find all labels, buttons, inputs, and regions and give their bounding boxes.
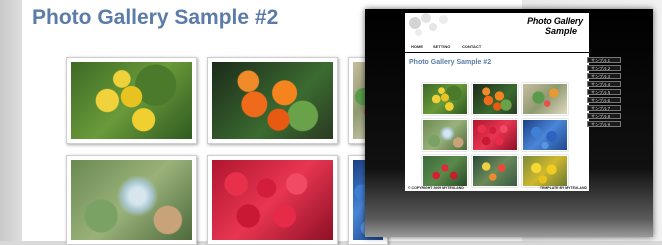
preview-sidebar-label: サンプル６ bbox=[591, 98, 611, 103]
preview-thumbnail[interactable] bbox=[422, 83, 468, 115]
flower-photo bbox=[71, 62, 192, 139]
flower-photo bbox=[212, 160, 333, 240]
preview-sidebar-label: サンプル４ bbox=[591, 82, 611, 87]
preview-sidebar-item[interactable]: サンプル６ bbox=[587, 97, 621, 103]
preview-sidebar-label: サンプル３ bbox=[591, 74, 611, 79]
flower-photo bbox=[212, 62, 333, 139]
preview-sidebar-label: サンプル５ bbox=[591, 90, 611, 95]
preview-sidebar-label: サンプル８ bbox=[591, 114, 611, 119]
preview-sidebar-label: サンプル２ bbox=[591, 66, 611, 71]
preview-footer-copyright: © COPYRIGHT 2009 MYTEXLAND bbox=[408, 186, 464, 190]
gallery-thumbnail-red-roses[interactable] bbox=[207, 155, 338, 245]
preview-thumbnail[interactable] bbox=[472, 83, 518, 115]
preview-thumbnail[interactable] bbox=[522, 119, 568, 151]
gallery-thumbnail-yellow[interactable] bbox=[66, 57, 197, 144]
preview-page: Photo Gallery Sample HOME SETTING CONTAC… bbox=[405, 13, 589, 191]
preview-sidebar-item[interactable]: サンプル３ bbox=[587, 73, 621, 79]
decorative-dot bbox=[409, 17, 421, 29]
preview-sidebar-item[interactable]: サンプル７ bbox=[587, 105, 621, 111]
gallery-thumbnail-orange[interactable] bbox=[207, 57, 338, 144]
preview-sidebar-label: サンプル９ bbox=[591, 122, 611, 127]
decorative-dot bbox=[421, 13, 431, 23]
preview-nav: HOME SETTING CONTACT bbox=[405, 43, 589, 53]
preview-title: Photo Gallery Sample #2 bbox=[409, 59, 492, 66]
decorative-dot bbox=[439, 15, 448, 24]
preview-sidebar-item[interactable]: サンプル５ bbox=[587, 89, 621, 95]
preview-footer-template: TEMPLATE BY MYTEXLAND bbox=[539, 186, 587, 190]
preview-header: Photo Gallery Sample bbox=[405, 13, 589, 41]
preview-sidebar-item[interactable]: サンプル８ bbox=[587, 113, 621, 119]
page-title: Photo Gallery Sample #2 bbox=[32, 6, 279, 29]
preview-nav-home[interactable]: HOME bbox=[411, 44, 423, 49]
preview-thumbnail[interactable] bbox=[472, 119, 518, 151]
gallery-thumbnail-succulent[interactable] bbox=[66, 155, 197, 245]
decorative-dot bbox=[415, 29, 422, 36]
flower-photo bbox=[71, 160, 192, 240]
decorative-dot bbox=[429, 23, 437, 31]
template-preview: Photo Gallery Sample HOME SETTING CONTAC… bbox=[365, 9, 653, 237]
preview-thumbnail[interactable] bbox=[522, 155, 568, 187]
preview-thumbnail[interactable] bbox=[422, 155, 468, 187]
preview-nav-contact[interactable]: CONTACT bbox=[462, 44, 481, 49]
preview-thumbnail[interactable] bbox=[472, 155, 518, 187]
preview-nav-setting[interactable]: SETTING bbox=[433, 44, 450, 49]
preview-sidebar-label: サンプル７ bbox=[591, 106, 611, 111]
preview-thumbnail[interactable] bbox=[522, 83, 568, 115]
preview-sidebar-label: サンプル１ bbox=[591, 58, 611, 63]
preview-logo-line2: Sample bbox=[544, 26, 577, 36]
preview-sidebar-item[interactable]: サンプル１ bbox=[587, 57, 621, 63]
preview-sidebar-item[interactable]: サンプル９ bbox=[587, 121, 621, 127]
preview-sidebar-item[interactable]: サンプル２ bbox=[587, 65, 621, 71]
preview-thumbnail[interactable] bbox=[422, 119, 468, 151]
preview-sidebar-item[interactable]: サンプル４ bbox=[587, 81, 621, 87]
preview-logo-line1: Photo Gallery bbox=[527, 16, 583, 26]
